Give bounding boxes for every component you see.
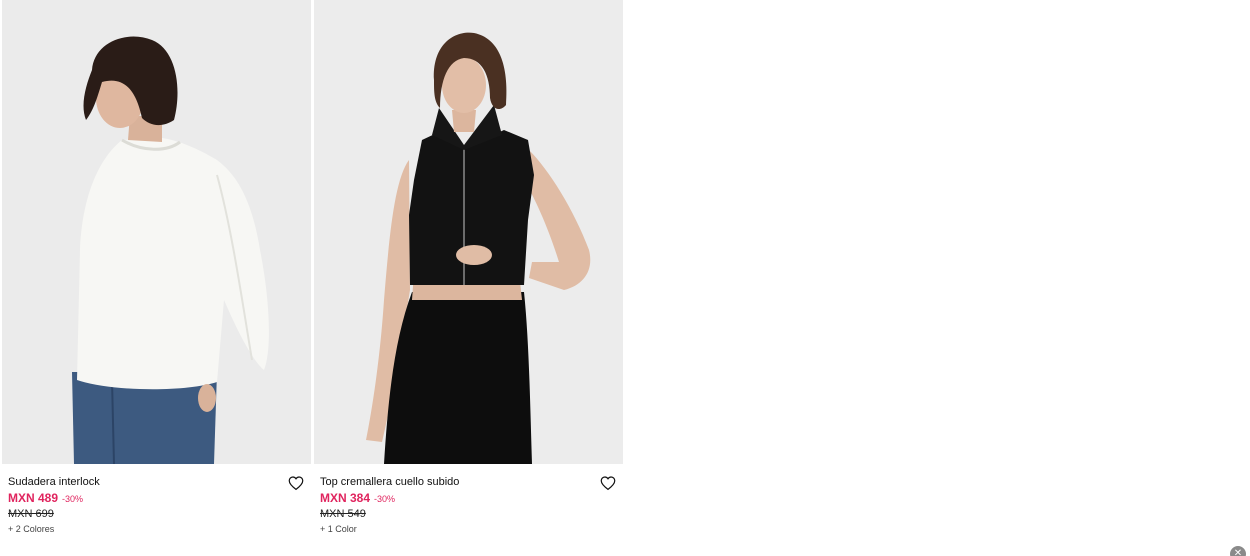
product-name[interactable]: Top cremallera cuello subido	[320, 475, 617, 489]
price-row: MXN 384 -30%	[320, 491, 617, 505]
discount-badge: -30%	[374, 494, 396, 504]
color-count[interactable]: + 1 Color	[320, 524, 617, 534]
sale-price: MXN 384	[320, 491, 371, 505]
white-sweatshirt-model-photo	[2, 0, 311, 464]
product-name[interactable]: Sudadera interlock	[8, 475, 305, 489]
black-zip-top-model-photo	[314, 0, 623, 464]
heart-outline-icon[interactable]	[599, 474, 617, 492]
price-row: MXN 489 -30%	[8, 491, 305, 505]
product-card[interactable]: Sudadera interlock MXN 489 -30% MXN 699 …	[2, 0, 311, 556]
close-icon[interactable]: ✕	[1230, 546, 1246, 556]
product-card[interactable]: Top cremallera cuello subido MXN 384 -30…	[314, 0, 623, 556]
original-price: MXN 699	[8, 508, 54, 520]
sale-price: MXN 489	[8, 491, 59, 505]
heart-outline-icon[interactable]	[287, 474, 305, 492]
discount-badge: -30%	[62, 494, 84, 504]
product-info: Sudadera interlock MXN 489 -30% MXN 699 …	[2, 464, 311, 556]
product-grid: Sudadera interlock MXN 489 -30% MXN 699 …	[2, 0, 623, 556]
product-info: Top cremallera cuello subido MXN 384 -30…	[314, 464, 623, 556]
product-image[interactable]	[314, 0, 623, 464]
color-count[interactable]: + 2 Colores	[8, 524, 305, 534]
original-price: MXN 549	[320, 508, 366, 520]
product-image[interactable]	[2, 0, 311, 464]
